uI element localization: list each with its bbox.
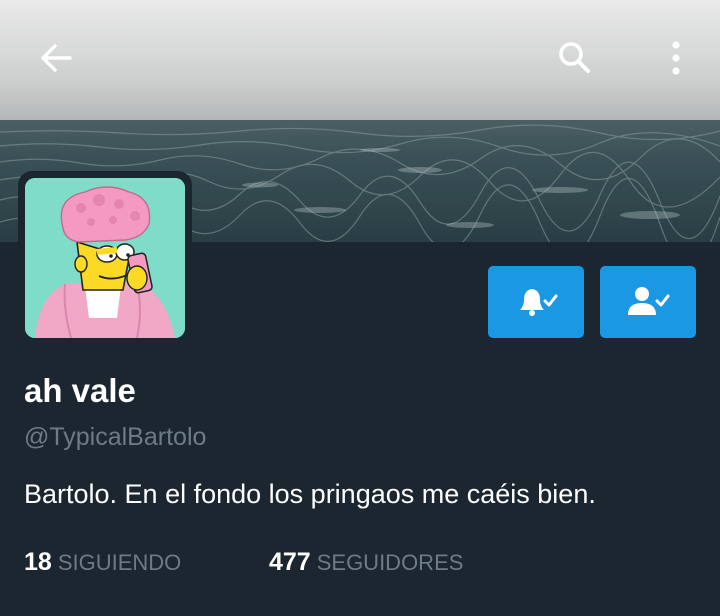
following-label: SIGUIENDO <box>57 550 182 575</box>
user-handle: @TypicalBartolo <box>24 423 207 451</box>
followers-label: SEGUIDORES <box>316 550 464 575</box>
avatar-image <box>25 178 185 338</box>
back-button[interactable] <box>28 30 84 86</box>
arrow-left-icon <box>41 44 72 72</box>
avatar-frame <box>18 171 192 345</box>
notifications-button[interactable] <box>488 266 584 338</box>
more-options-button[interactable] <box>648 30 704 86</box>
following-button[interactable] <box>600 266 696 338</box>
display-name: ah vale <box>24 372 136 409</box>
profile-bio: Bartolo. En el fondo los pringaos me caé… <box>24 479 596 509</box>
bell-check-icon <box>520 289 558 316</box>
following-stat[interactable]: 18 SIGUIENDO <box>24 548 181 577</box>
more-vertical-icon <box>672 41 680 75</box>
followers-count: 477 <box>269 548 311 576</box>
search-icon <box>559 42 590 73</box>
avatar[interactable] <box>25 178 185 338</box>
search-button[interactable] <box>547 30 603 86</box>
followers-stat[interactable]: 477 SEGUIDORES <box>269 548 463 577</box>
following-count: 18 <box>24 548 52 576</box>
person-check-icon <box>628 287 670 315</box>
